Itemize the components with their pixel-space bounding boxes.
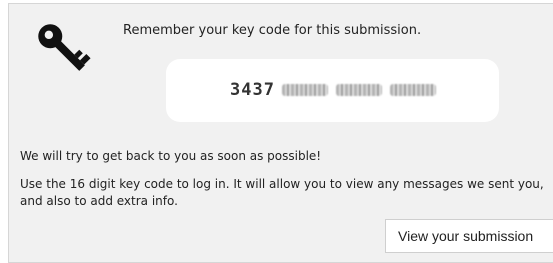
key-code-masked-group (282, 84, 328, 96)
key-code-instructions: Use the 16 digit key code to log in. It … (20, 177, 544, 208)
key-code-first-group: 3437 (230, 80, 275, 100)
view-submission-button[interactable]: View your submission (385, 219, 553, 253)
key-icon (32, 18, 94, 80)
key-code-display: 3437 (166, 59, 499, 122)
key-code-masked-group (390, 84, 436, 96)
reply-message: We will try to get back to you as soon a… (20, 149, 322, 163)
key-code-masked-group (336, 84, 382, 96)
key-code-reminder: Remember your key code for this submissi… (123, 23, 422, 38)
